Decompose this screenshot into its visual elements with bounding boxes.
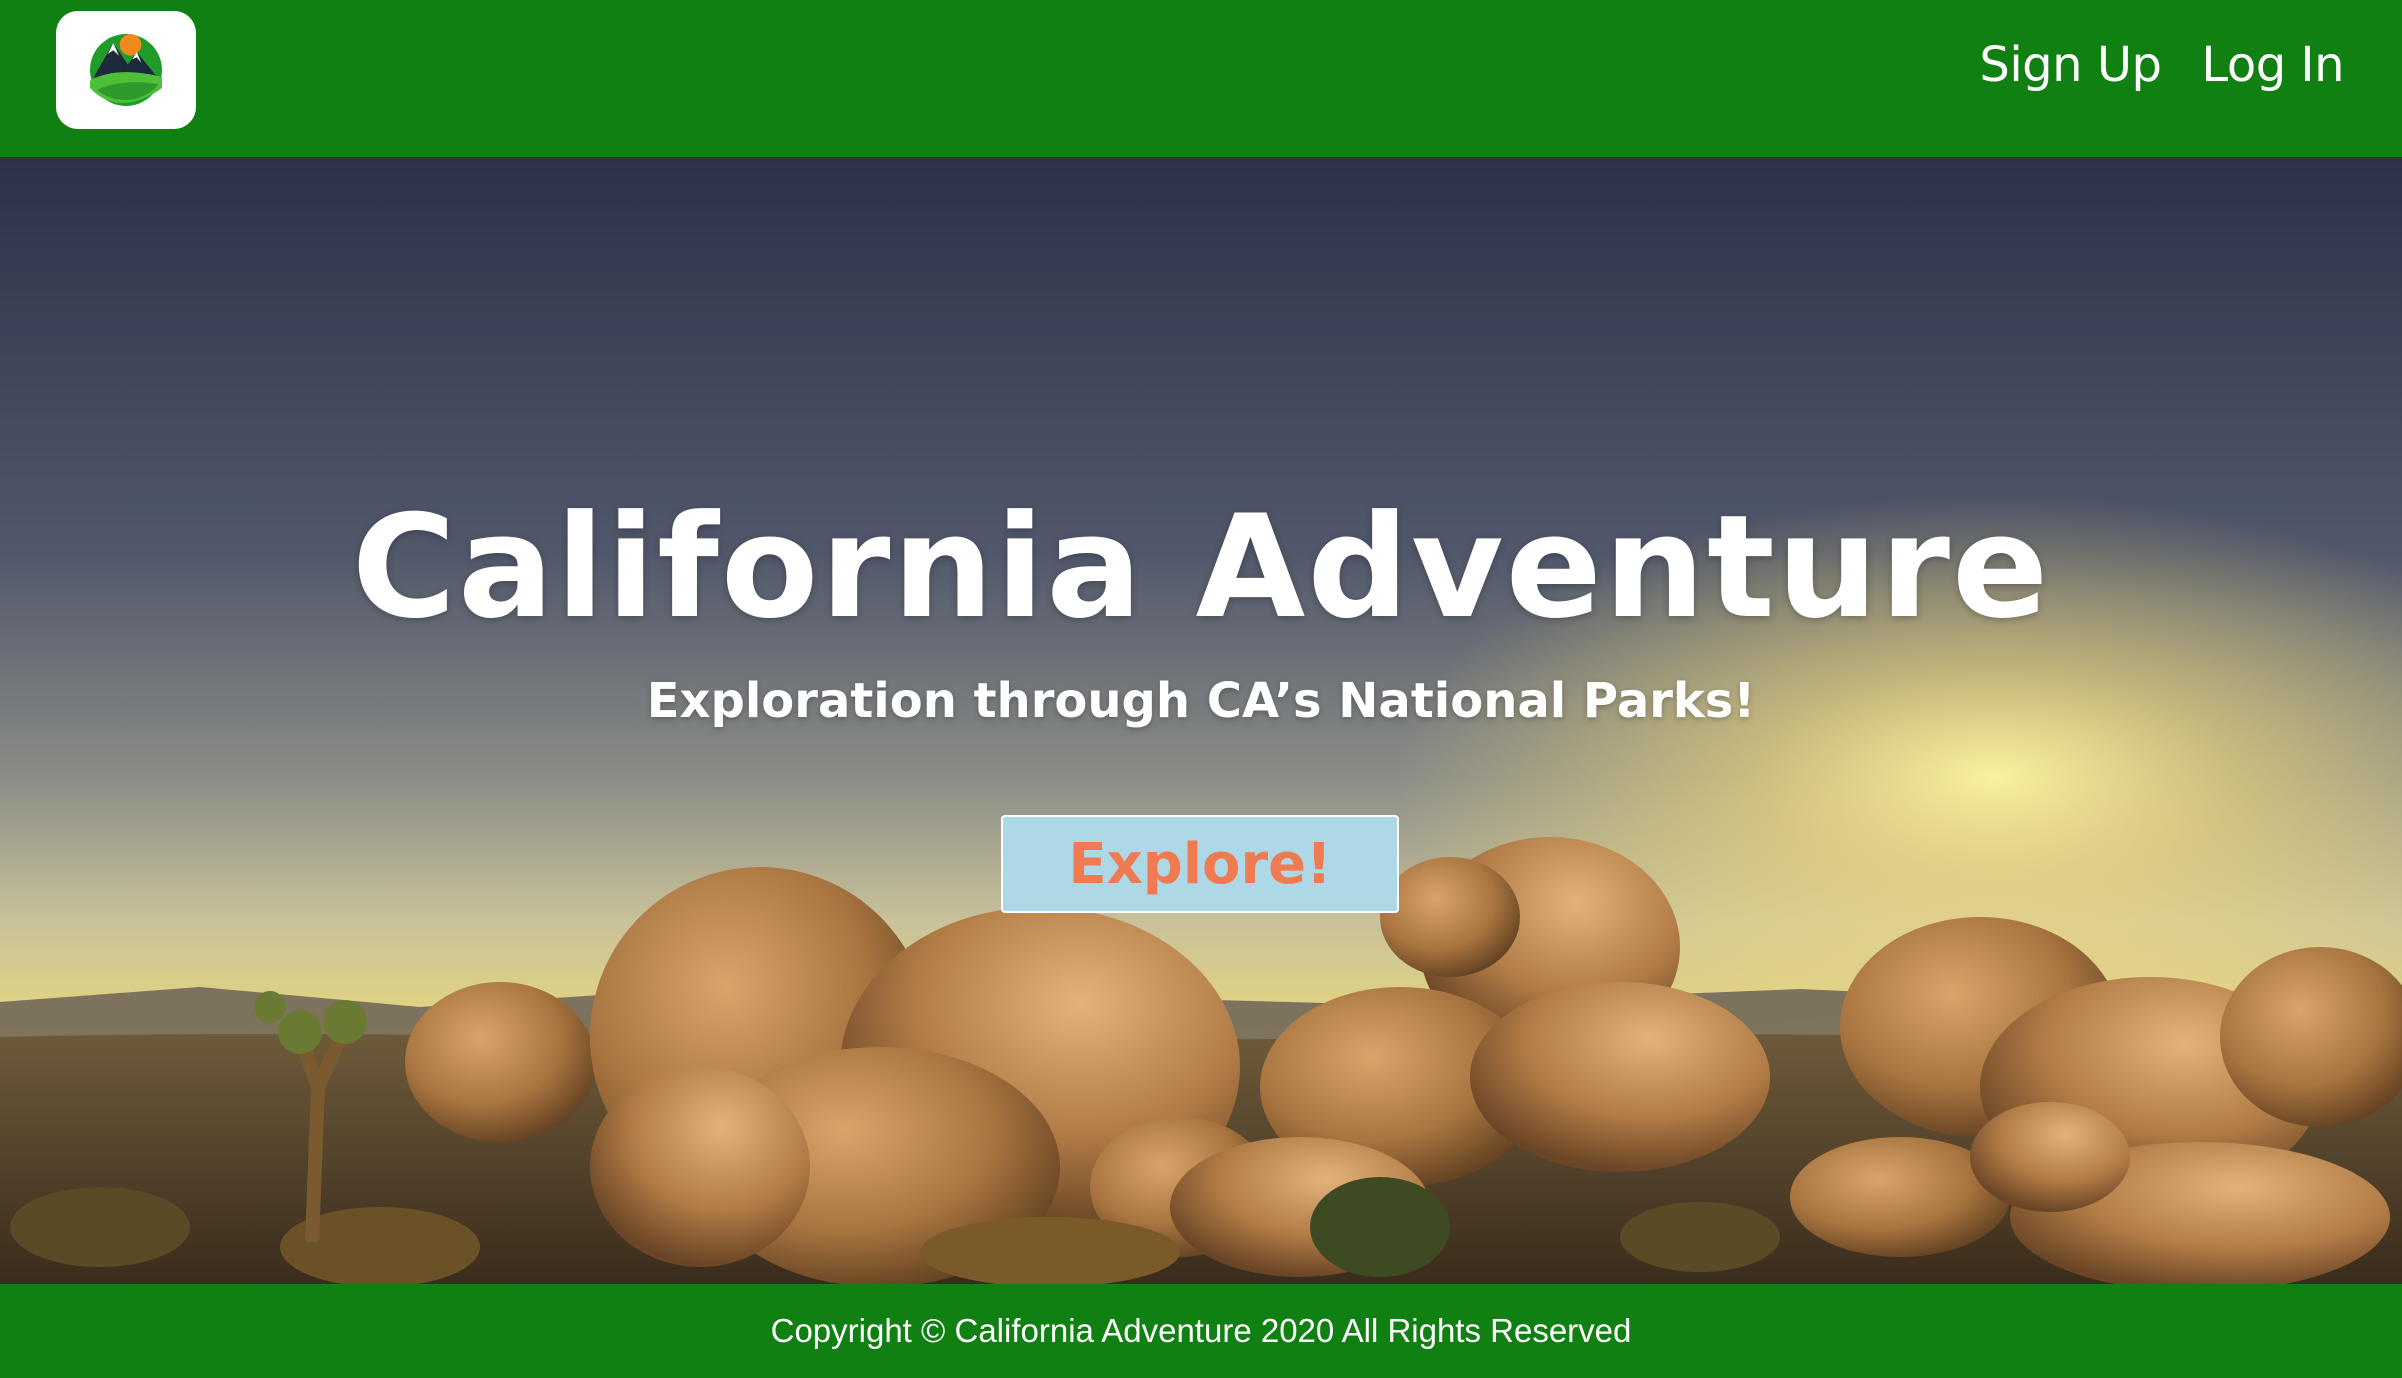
sign-up-link[interactable]: Sign Up (1979, 37, 2162, 93)
explore-button[interactable]: Explore! (1001, 815, 1399, 913)
log-in-link[interactable]: Log In (2201, 37, 2344, 93)
top-nav: Sign Up Log In (1979, 0, 2344, 130)
home-logo-link[interactable] (56, 11, 196, 129)
hero-title: California Adventure (351, 485, 2051, 650)
hero-section: California Adventure Exploration through… (0, 157, 2402, 1284)
page: Sign Up Log In California Adventure Expl… (0, 0, 2402, 1378)
mountain-landscape-logo-icon (90, 34, 162, 106)
copyright-text: Copyright © California Adventure 2020 Al… (770, 1312, 1632, 1349)
footer-bar: Copyright © California Adventure 2020 Al… (0, 1284, 2402, 1378)
hero-subtitle: Exploration through CA’s National Parks! (646, 673, 1756, 729)
header-bar: Sign Up Log In (0, 0, 2402, 157)
